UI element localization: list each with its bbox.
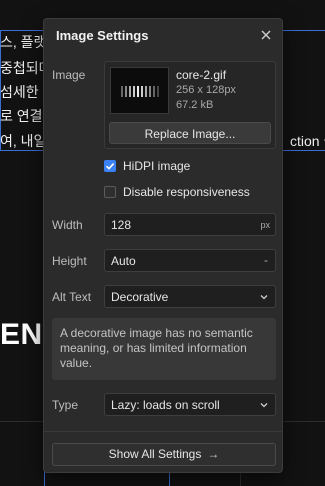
- width-unit[interactable]: px: [260, 220, 270, 230]
- background-text-line: 스, 플랫: [0, 34, 47, 50]
- alt-text-select[interactable]: Decorative: [104, 285, 276, 308]
- checkmark-icon: [105, 163, 115, 170]
- background-text-right: ction 을: [290, 133, 325, 149]
- hidpi-checkbox[interactable]: [104, 160, 116, 172]
- chevron-down-icon: [260, 403, 268, 408]
- alt-text-value: Decorative: [111, 290, 169, 304]
- thumbnail-graphic: [121, 86, 161, 97]
- background-text-line: 섬세한: [0, 84, 39, 100]
- file-dimensions: 256 x 128px: [176, 84, 236, 96]
- alt-text-label: Alt Text: [52, 290, 92, 304]
- hidpi-label: HiDPI image: [123, 159, 191, 173]
- disable-responsiveness-checkbox[interactable]: [104, 186, 116, 198]
- image-preview-box: core-2.gif 256 x 128px 67.2 kB Replace I…: [104, 61, 276, 149]
- file-name: core-2.gif: [176, 68, 227, 82]
- show-all-settings-label: Show All Settings: [108, 447, 202, 461]
- height-unit[interactable]: -: [264, 253, 268, 267]
- show-all-settings-button[interactable]: Show All Settings →: [52, 443, 276, 466]
- replace-image-button[interactable]: Replace Image...: [109, 122, 271, 144]
- panel-title: Image Settings: [56, 28, 149, 43]
- height-label: Height: [52, 254, 87, 268]
- image-thumbnail: [110, 67, 169, 114]
- image-settings-panel: Image Settings Image core-2.gif 256 x 12…: [43, 18, 283, 473]
- height-input[interactable]: Auto -: [104, 249, 276, 272]
- type-label: Type: [52, 398, 79, 412]
- arrow-right-icon: →: [207, 447, 220, 461]
- loading-type-select[interactable]: Lazy: loads on scroll: [104, 393, 276, 416]
- chevron-down-icon: [260, 295, 268, 300]
- panel-header: Image Settings: [44, 19, 282, 53]
- close-icon: [261, 30, 271, 40]
- width-label: Width: [52, 218, 83, 232]
- height-value: Auto: [111, 254, 136, 268]
- file-size: 67.2 kB: [176, 99, 214, 111]
- width-value: 128: [111, 218, 132, 232]
- loading-type-value: Lazy: loads on scroll: [111, 398, 220, 412]
- panel-divider: [44, 431, 282, 432]
- close-button[interactable]: [258, 27, 274, 43]
- image-label: Image: [52, 68, 86, 82]
- disable-responsiveness-label: Disable responsiveness: [123, 185, 250, 199]
- background-text-line: 여, 내일: [0, 133, 47, 149]
- width-input[interactable]: 128 px: [104, 213, 276, 236]
- alt-text-info: A decorative image has no semantic meani…: [52, 318, 276, 380]
